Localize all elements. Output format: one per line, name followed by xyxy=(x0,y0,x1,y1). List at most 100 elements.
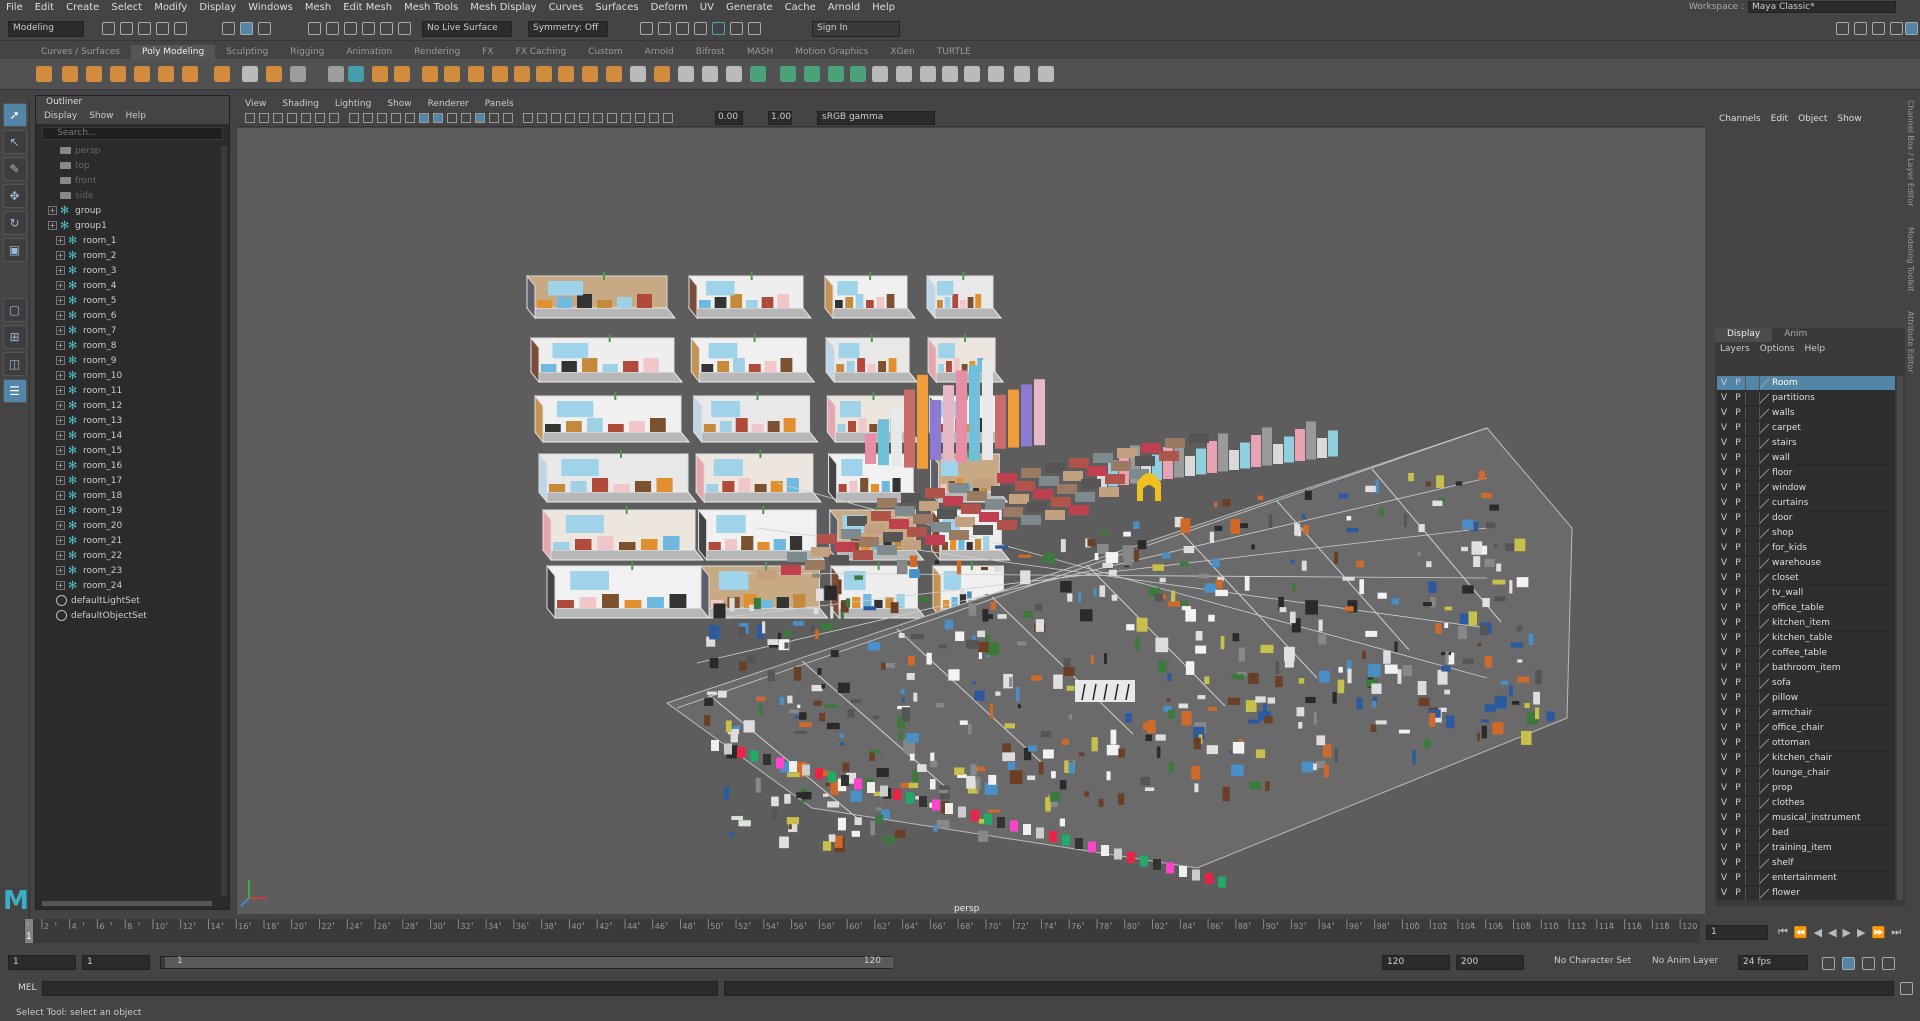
shelf-tool-icon[interactable] xyxy=(182,66,198,82)
go-to-end-icon[interactable]: ⏭ xyxy=(1891,925,1901,939)
play-forward-icon[interactable]: ▶ xyxy=(1843,926,1851,939)
shelf-tab-bifrost[interactable]: Bifrost xyxy=(685,45,736,59)
menu-create[interactable]: Create xyxy=(60,2,105,13)
shelf-tab-animation[interactable]: Animation xyxy=(335,45,403,59)
menu-uv[interactable]: UV xyxy=(694,2,720,13)
layer-playback-toggle[interactable]: P xyxy=(1731,813,1745,823)
shelf-tool-icon[interactable] xyxy=(242,66,258,82)
anim-prefs-icon[interactable] xyxy=(1862,957,1875,970)
layer-color-swatch[interactable] xyxy=(1759,736,1769,750)
expand-icon[interactable]: + xyxy=(56,446,65,455)
anim-layer-dropdown[interactable]: No Anim Layer xyxy=(1648,955,1738,970)
layer-playback-toggle[interactable]: P xyxy=(1731,498,1745,508)
expand-icon[interactable]: + xyxy=(56,581,65,590)
viewport-toolbar-icon[interactable] xyxy=(245,113,255,123)
shelf-tool-icon[interactable] xyxy=(422,66,438,82)
render-frame-icon[interactable] xyxy=(658,22,671,35)
layer-row[interactable]: V Pentertainment xyxy=(1717,871,1895,886)
viewport-toolbar-icon[interactable] xyxy=(447,113,457,123)
layout-icon-1[interactable] xyxy=(1836,22,1849,35)
layer-menu-help[interactable]: Help xyxy=(1805,344,1826,354)
shelf-tool-icon[interactable] xyxy=(214,66,230,82)
render-view-icon[interactable] xyxy=(640,22,653,35)
layout-icon-4[interactable] xyxy=(1890,22,1903,35)
layer-menu-options[interactable]: Options xyxy=(1760,344,1795,354)
shelf-tab-poly-modeling[interactable]: Poly Modeling xyxy=(130,45,216,59)
expand-icon[interactable]: + xyxy=(56,326,65,335)
layer-display-type[interactable] xyxy=(1745,691,1759,705)
layer-row[interactable]: V Ptraining_item xyxy=(1717,841,1895,856)
play-backward-icon[interactable]: ◀ xyxy=(1828,926,1836,939)
layer-visibility-toggle[interactable]: V xyxy=(1717,648,1731,658)
shelf-tool-icon[interactable] xyxy=(536,66,552,82)
shelf-tool-icon[interactable] xyxy=(582,66,598,82)
snap-curve-icon[interactable] xyxy=(326,22,339,35)
layer-display-type[interactable] xyxy=(1745,781,1759,795)
shelf-tool-icon[interactable] xyxy=(630,66,646,82)
layout-icon-2[interactable] xyxy=(1854,22,1867,35)
shelf-tool-icon[interactable] xyxy=(850,66,866,82)
layer-display-type[interactable] xyxy=(1745,541,1759,555)
layer-playback-toggle[interactable]: P xyxy=(1731,588,1745,598)
expand-icon[interactable]: + xyxy=(56,536,65,545)
menu-curves[interactable]: Curves xyxy=(543,2,590,13)
layer-playback-toggle[interactable]: P xyxy=(1731,528,1745,538)
viewport-menu-view[interactable]: View xyxy=(237,98,274,111)
layer-display-type[interactable] xyxy=(1745,841,1759,855)
layer-visibility-toggle[interactable]: V xyxy=(1717,873,1731,883)
outliner-item-top[interactable]: top xyxy=(36,158,229,173)
command-input[interactable] xyxy=(42,981,718,996)
layer-visibility-toggle[interactable]: V xyxy=(1717,708,1731,718)
undo-icon[interactable] xyxy=(156,22,169,35)
outliner-item-room-18[interactable]: + ✻ room_18 xyxy=(36,488,229,503)
layer-visibility-toggle[interactable]: V xyxy=(1717,543,1731,553)
layer-row[interactable]: V Pcarpet xyxy=(1717,421,1895,436)
layer-playback-toggle[interactable]: P xyxy=(1731,408,1745,418)
viewport-toolbar-icon[interactable] xyxy=(621,113,631,123)
viewport-toolbar-icon[interactable] xyxy=(593,113,603,123)
expand-icon[interactable]: + xyxy=(56,416,65,425)
viewport-toolbar-icon[interactable] xyxy=(503,113,513,123)
workspace-dropdown[interactable]: Maya Classic* xyxy=(1748,1,1896,13)
shelf-tool-icon[interactable] xyxy=(514,66,530,82)
layer-row[interactable]: V Parmchair xyxy=(1717,706,1895,721)
shelf-tool-icon[interactable] xyxy=(468,66,484,82)
layer-playback-toggle[interactable]: P xyxy=(1731,768,1745,778)
playback-start-field[interactable]: 1 xyxy=(82,955,150,970)
layer-playback-toggle[interactable]: P xyxy=(1731,393,1745,403)
layer-color-swatch[interactable] xyxy=(1759,541,1769,555)
layer-display-type[interactable] xyxy=(1745,721,1759,735)
outliner-item-room-17[interactable]: + ✻ room_17 xyxy=(36,473,229,488)
layer-row[interactable]: V Pkitchen_table xyxy=(1717,631,1895,646)
range-slider[interactable]: 1 120 xyxy=(160,956,893,969)
layer-row[interactable]: V Pwalls xyxy=(1717,406,1895,421)
viewport-menu-renderer[interactable]: Renderer xyxy=(420,98,477,111)
channel-box-menu-edit[interactable]: Edit xyxy=(1771,114,1788,124)
layer-playback-toggle[interactable]: P xyxy=(1731,633,1745,643)
shelf-tab-arnold[interactable]: Arnold xyxy=(634,45,685,59)
layer-menu-layers[interactable]: Layers xyxy=(1720,344,1750,354)
viewport-toolbar-icon[interactable] xyxy=(287,113,297,123)
expand-icon[interactable]: + xyxy=(56,236,65,245)
layer-color-swatch[interactable] xyxy=(1759,481,1769,495)
menu-deform[interactable]: Deform xyxy=(645,2,694,13)
layer-visibility-toggle[interactable]: V xyxy=(1717,393,1731,403)
outliner-item-room-2[interactable]: + ✻ room_2 xyxy=(36,248,229,263)
loop-icon[interactable] xyxy=(1822,957,1835,970)
viewport-toolbar-icon[interactable] xyxy=(405,113,415,123)
layer-color-swatch[interactable] xyxy=(1759,451,1769,465)
menu-display[interactable]: Display xyxy=(193,2,242,13)
menu-surfaces[interactable]: Surfaces xyxy=(589,2,644,13)
layer-display-type[interactable] xyxy=(1745,631,1759,645)
layer-visibility-toggle[interactable]: V xyxy=(1717,843,1731,853)
layer-color-swatch[interactable] xyxy=(1759,781,1769,795)
layer-visibility-toggle[interactable]: V xyxy=(1717,723,1731,733)
move-tool-icon[interactable]: ✥ xyxy=(2,184,27,208)
select-component-icon[interactable] xyxy=(258,22,271,35)
layer-color-swatch[interactable] xyxy=(1759,856,1769,870)
outliner-item-room-13[interactable]: + ✻ room_13 xyxy=(36,413,229,428)
expand-icon[interactable]: + xyxy=(56,356,65,365)
layer-display-type[interactable] xyxy=(1745,646,1759,660)
shelf-tab-rendering[interactable]: Rendering xyxy=(403,45,471,59)
layer-playback-toggle[interactable]: P xyxy=(1731,648,1745,658)
